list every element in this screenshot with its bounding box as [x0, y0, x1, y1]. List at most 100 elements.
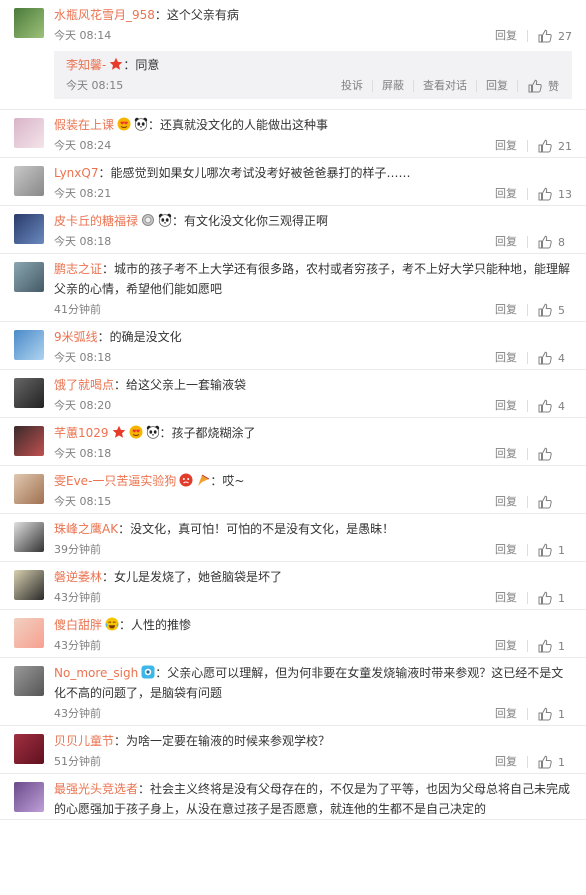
sub-action-3[interactable]: 回复 — [477, 80, 518, 92]
reply-button[interactable]: 回复 — [485, 592, 528, 604]
star-icon — [112, 425, 126, 439]
comment-item: 假装在上课 ：还真就没文化的人能做出这种事 今天 08:24 回复 21 — [0, 110, 586, 158]
comment-text: 皮卡丘的糖福禄 ：有文化没文化你三观得正啊 — [54, 211, 572, 231]
timestamp: 今天 08:15 — [66, 79, 124, 92]
like-button[interactable] — [528, 495, 572, 509]
reply-button[interactable]: 回复 — [485, 236, 528, 248]
like-button[interactable]: 1 — [528, 707, 572, 721]
reply-actions: 投诉 屏蔽 查看对话 回复 赞 — [332, 75, 562, 97]
like-button[interactable] — [528, 447, 572, 461]
avatar[interactable] — [14, 118, 44, 148]
reply-button[interactable]: 回复 — [485, 188, 528, 200]
username-link[interactable]: 最强光头竞选者 — [54, 782, 138, 796]
avatar[interactable] — [14, 426, 44, 456]
username-link[interactable]: 鹏志之证 — [54, 262, 102, 276]
reply-button[interactable]: 回复 — [485, 448, 528, 460]
avatar[interactable] — [14, 166, 44, 196]
reply-button[interactable]: 回复 — [485, 708, 528, 720]
comment-actions: 回复 1 — [485, 587, 572, 609]
like-button[interactable]: 1 — [528, 591, 572, 605]
comment-meta: 今天 08:20 回复 4 — [54, 395, 572, 417]
avatar[interactable] — [14, 214, 44, 244]
like-button[interactable]: 1 — [528, 755, 572, 769]
avatar[interactable] — [14, 8, 44, 38]
comment-content: ：孩子都烧糊涂了 — [159, 426, 256, 440]
reply-button[interactable]: 回复 — [485, 756, 528, 768]
timestamp: 今天 08:18 — [54, 235, 112, 248]
avatar[interactable] — [14, 330, 44, 360]
like-button[interactable]: 1 — [528, 543, 572, 557]
username-link[interactable]: 9米弧线 — [54, 330, 98, 344]
nested-reply: 李知馨- ：同意 今天 08:15 投诉 屏蔽 查看对话 回复 赞 — [54, 51, 572, 99]
like-button[interactable]: 21 — [528, 139, 572, 153]
comment-item: LynxQ7：能感觉到如果女儿哪次考试没考好被爸爸暴打的样子…… 今天 08:2… — [0, 158, 586, 206]
username-link[interactable]: 李知馨- — [66, 58, 106, 72]
sub-action-1[interactable]: 屏蔽 — [373, 80, 414, 92]
thumbs-up-icon — [538, 591, 552, 605]
username-link[interactable]: 雯Eve-一只苦逼实验狗 — [54, 474, 176, 488]
thumbs-up-icon — [538, 351, 552, 365]
comment-actions: 回复 — [485, 443, 572, 465]
like-count: 1 — [558, 755, 565, 769]
avatar[interactable] — [14, 570, 44, 600]
avatar[interactable] — [14, 378, 44, 408]
comment-content: ：还真就没文化的人能做出这种事 — [148, 118, 329, 132]
avatar[interactable] — [14, 522, 44, 552]
reply-button[interactable]: 回复 — [485, 400, 528, 412]
comment-text: 最强光头竞选者：社会主义终将是没有父母存在的，不仅是为了平等，也因为父母总将自己… — [54, 779, 572, 819]
reply-button[interactable]: 回复 — [485, 30, 528, 42]
comment-item: 雯Eve-一只苦逼实验狗 ：哎~ 今天 08:15 回复 — [0, 466, 586, 514]
like-button[interactable]: 赞 — [518, 78, 562, 94]
timestamp: 今天 08:14 — [54, 29, 112, 42]
comment-item: 水瓶风花雪月_958：这个父亲有病 今天 08:14 回复 27 李知馨- ：同意… — [0, 0, 586, 110]
username-link[interactable]: 珠峰之鹰AK — [54, 522, 118, 536]
like-label: 赞 — [548, 80, 559, 93]
like-button[interactable]: 4 — [528, 351, 572, 365]
timestamp: 今天 08:24 — [54, 139, 112, 152]
reply-button[interactable]: 回复 — [485, 352, 528, 364]
like-button[interactable]: 27 — [528, 29, 572, 43]
avatar[interactable] — [14, 734, 44, 764]
sub-action-0[interactable]: 投诉 — [332, 80, 373, 92]
reply-button[interactable]: 回复 — [485, 544, 528, 556]
avatar[interactable] — [14, 782, 44, 812]
username-link[interactable]: No_more_sigh — [54, 666, 138, 680]
avatar[interactable] — [14, 262, 44, 292]
username-link[interactable]: 饿了就喝点 — [54, 378, 114, 392]
reply-button[interactable]: 回复 — [485, 140, 528, 152]
username-link[interactable]: 水瓶风花雪月_958 — [54, 8, 155, 22]
comment-item: No_more_sigh ：父亲心愿可以理解，但为何非要在女童发烧输液时带来参观？… — [0, 658, 586, 726]
comment-meta: 今天 08:18 回复 8 — [54, 231, 572, 253]
avatar[interactable] — [14, 618, 44, 648]
like-button[interactable]: 13 — [528, 187, 572, 201]
reply-meta: 今天 08:15 投诉 屏蔽 查看对话 回复 赞 — [66, 75, 562, 97]
reply-button[interactable]: 回复 — [485, 640, 528, 652]
like-count: 21 — [558, 139, 572, 153]
username-link[interactable]: 皮卡丘的糖福禄 — [54, 214, 138, 228]
like-button[interactable]: 5 — [528, 303, 572, 317]
username-link[interactable]: 芊蕙1029 — [54, 426, 109, 440]
reply-button[interactable]: 回复 — [485, 304, 528, 316]
avatar[interactable] — [14, 474, 44, 504]
timestamp: 39分钟前 — [54, 543, 101, 556]
username-link[interactable]: 磐逆萎林 — [54, 570, 102, 584]
comment-content: ：人性的推惨 — [119, 618, 192, 632]
comment-content: ：能感觉到如果女儿哪次考试没考好被爸爸暴打的样子…… — [98, 166, 411, 180]
like-button[interactable]: 1 — [528, 639, 572, 653]
username-link[interactable]: 假装在上课 — [54, 118, 114, 132]
flag-icon — [196, 473, 210, 487]
username-link[interactable]: 傻白甜胖 — [54, 618, 102, 632]
like-button[interactable]: 8 — [528, 235, 572, 249]
comment-actions: 回复 1 — [485, 751, 572, 773]
comment-content: ：这个父亲有病 — [154, 8, 239, 22]
like-count: 27 — [558, 29, 572, 43]
sub-action-2[interactable]: 查看对话 — [414, 80, 477, 92]
username-link[interactable]: 贝贝儿童节 — [54, 734, 114, 748]
reply-button[interactable]: 回复 — [485, 496, 528, 508]
avatar[interactable] — [14, 666, 44, 696]
comment-content: ：为啥一定要在输液的时候来参观学校？ — [114, 734, 331, 748]
comment-actions: 回复 5 — [485, 299, 572, 321]
like-button[interactable]: 4 — [528, 399, 572, 413]
angry-icon — [179, 473, 193, 487]
username-link[interactable]: LynxQ7 — [54, 166, 98, 180]
